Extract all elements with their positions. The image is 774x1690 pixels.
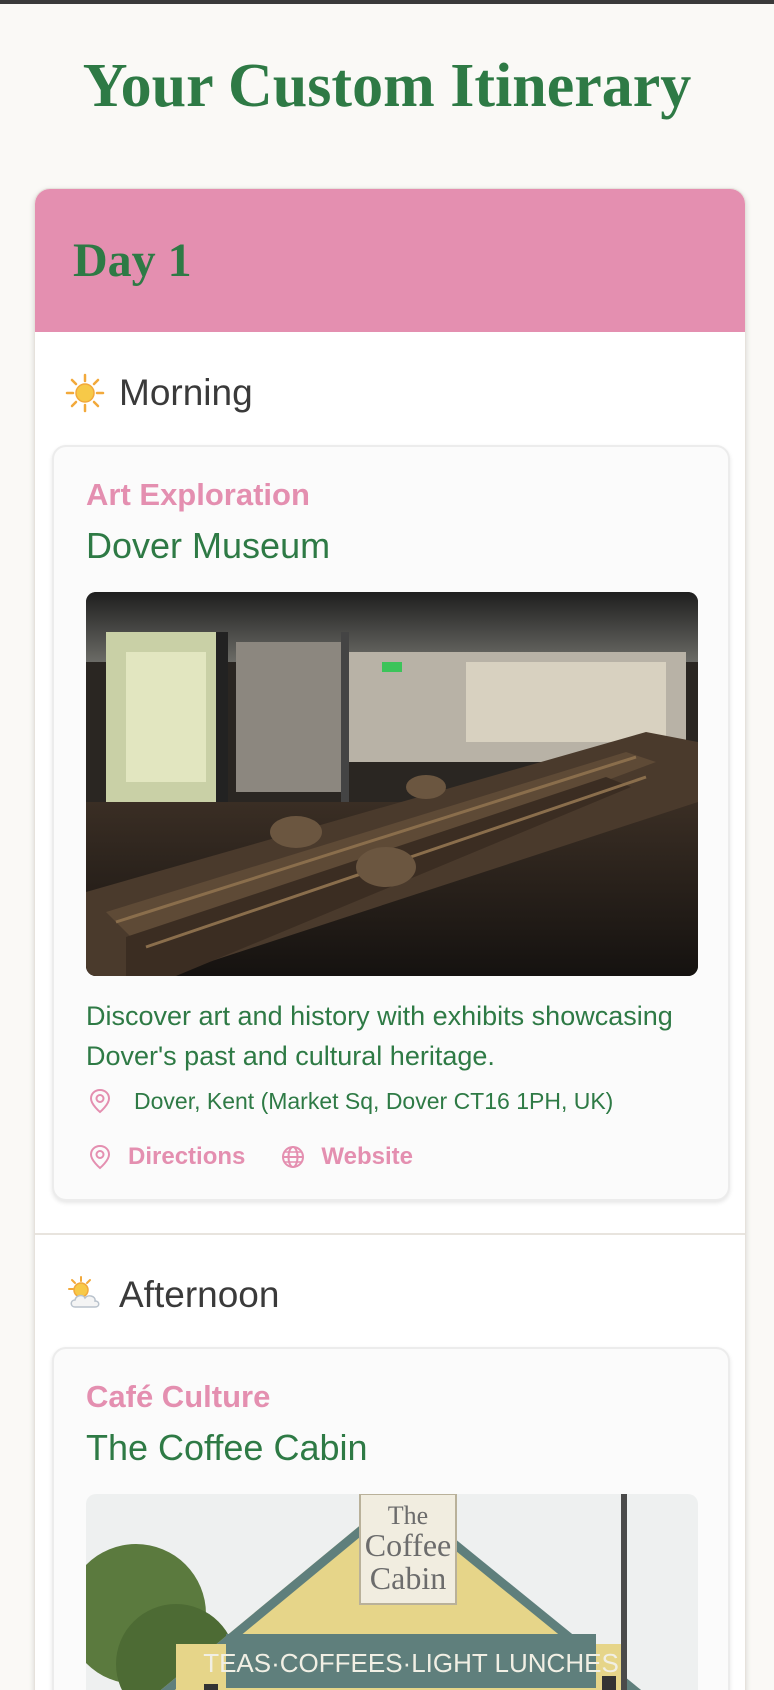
period-divider: [35, 1233, 745, 1235]
day-card: Day 1 Morning Art Exploration Dover Muse…: [34, 188, 746, 1690]
globe-icon: [282, 1146, 305, 1168]
period-afternoon: Afternoon: [65, 1274, 279, 1316]
period-label: Morning: [119, 372, 253, 413]
website-label: Website: [321, 1143, 413, 1170]
activity-description: Discover art and history with exhibits s…: [86, 1001, 673, 1071]
activity-card: Café Culture The Coffee Cabin The Coffee…: [52, 1347, 730, 1690]
cabin-sign-text: TEAS·COFFEES·LIGHT LUNCHES: [203, 1648, 619, 1678]
activity-card: Art Exploration Dover Museum Discover ar…: [52, 445, 730, 1201]
day-title: Day 1: [73, 234, 192, 287]
activity-name: Dover Museum: [86, 525, 331, 566]
address-row: Dover, Kent (Market Sq, Dover CT16 1PH, …: [86, 1087, 613, 1115]
directions-link[interactable]: Directions: [86, 1143, 245, 1171]
coffee-cabin-photo: The Coffee Cabin TEAS·COFFEES·LIGHT LUNC…: [86, 1494, 698, 1690]
website-link[interactable]: Website: [279, 1143, 413, 1171]
sun-behind-cloud-icon: [68, 1276, 100, 1308]
activity-category: Art Exploration: [86, 477, 310, 512]
cabin-logo-the: The: [388, 1501, 428, 1530]
activity-category: Café Culture: [86, 1379, 271, 1414]
period-label: Afternoon: [119, 1274, 280, 1315]
page-title: Your Custom Itinerary: [82, 52, 692, 120]
activity-name: The Coffee Cabin: [86, 1427, 368, 1468]
cabin-logo-cabin: Cabin: [370, 1560, 446, 1596]
museum-photo-illustration: [86, 592, 698, 976]
directions-label: Directions: [128, 1143, 246, 1170]
location-pin-icon: [89, 1144, 111, 1170]
location-pin-icon: [89, 1088, 111, 1114]
cabin-logo-coffee: Coffee: [365, 1527, 451, 1563]
period-morning: Morning: [65, 372, 253, 414]
links-row: Directions Website: [86, 1143, 447, 1171]
top-rule: [0, 0, 774, 4]
activity-address: Dover, Kent (Market Sq, Dover CT16 1PH, …: [134, 1087, 614, 1114]
museum-photo: [86, 592, 698, 976]
sun-icon: [65, 373, 105, 413]
day-header: Day 1: [35, 189, 745, 332]
coffee-cabin-illustration: The Coffee Cabin TEAS·COFFEES·LIGHT LUNC…: [86, 1494, 698, 1690]
